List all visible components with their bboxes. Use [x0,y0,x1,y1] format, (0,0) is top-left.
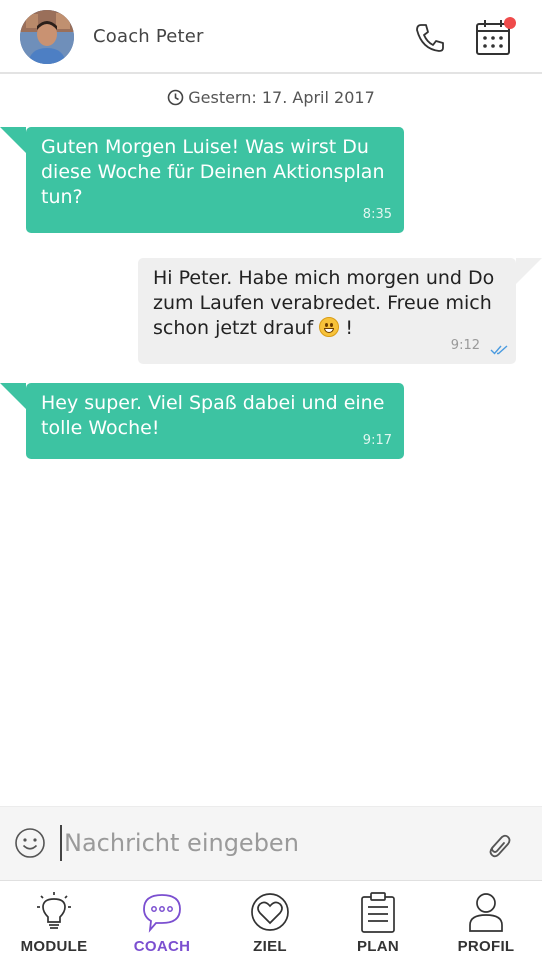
coach-avatar[interactable] [20,10,74,64]
phone-icon [416,24,444,52]
tab-module[interactable]: MODULE [0,881,108,964]
clipboard-icon [361,892,395,933]
message-time: 9:17 [362,433,392,448]
tab-label: PLAN [356,938,400,955]
calendar-button[interactable] [474,17,516,57]
smiley-icon [15,828,45,858]
phone-call-button[interactable] [412,20,448,56]
chat-header: Coach Peter [0,0,542,74]
message-text: Hey super. Viel Spaß dabei und eine toll… [41,392,385,439]
person-icon [469,893,503,932]
notification-dot [504,17,516,29]
coach-name: Coach Peter [93,26,204,47]
message-outgoing[interactable]: Hi Peter. Habe mich morgen und Do zum La… [138,258,542,364]
message-input[interactable] [60,825,460,861]
tab-label: ZIEL [253,938,287,955]
date-label: Gestern: 17. April 2017 [188,88,375,107]
message-text: Guten Morgen Luise! Was wirst Du diese W… [41,136,385,208]
tab-label: COACH [133,938,191,955]
chat-bubble-icon [143,894,181,933]
message-incoming[interactable]: Hey super. Viel Spaß dabei und eine toll… [0,383,404,459]
message-composer [0,806,542,880]
tab-ziel[interactable]: ZIEL [216,881,324,964]
bubble-tail [0,127,26,153]
emoji-button[interactable] [14,827,46,859]
tab-plan[interactable]: PLAN [324,881,432,964]
paperclip-icon [489,834,511,858]
grinning-face-emoji-icon [319,317,340,337]
bubble-tail [516,258,542,284]
attach-button[interactable] [482,829,514,861]
bottom-tab-bar: MODULE COACH ZIEL PLAN PROFIL [0,880,542,964]
message-time: 9:12 [450,338,480,353]
heart-target-icon [251,893,289,931]
tab-label: MODULE [20,938,88,955]
read-receipt-icon [490,345,508,355]
tab-coach[interactable]: COACH [108,881,216,964]
lightbulb-icon [37,892,71,929]
date-separator: Gestern: 17. April 2017 [0,88,542,107]
clock-icon [167,89,184,106]
message-suffix: ! [345,317,353,339]
message-time: 8:35 [362,207,392,222]
tab-profil[interactable]: PROFIL [432,881,540,964]
bubble-tail [0,383,26,409]
message-incoming[interactable]: Guten Morgen Luise! Was wirst Du diese W… [0,127,404,233]
tab-label: PROFIL [457,938,515,955]
